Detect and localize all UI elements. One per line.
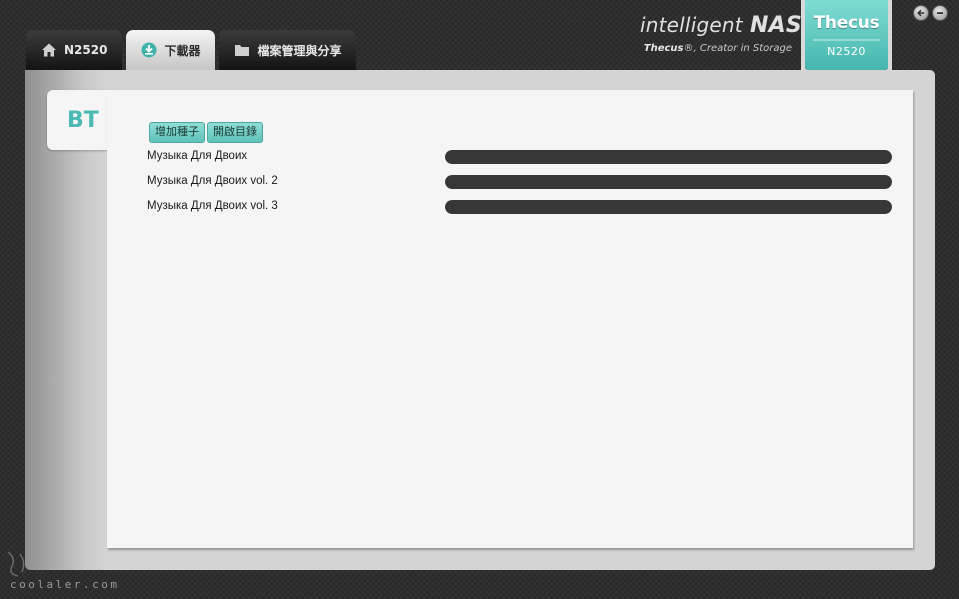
torrent-name: Музыка Для Двоих vol. 3 [147,200,278,212]
list-item[interactable]: Музыка Для Двоих vol. 2 [147,171,892,196]
torrent-progress-fill [445,200,892,214]
torrent-progress-bar [445,150,892,164]
torrent-list: Музыка Для Двоих Музыка Для Двоих vol. 2… [147,146,892,221]
window-controls [913,5,948,21]
minimize-button[interactable] [932,5,948,21]
tab-downloader-label: 下載器 [164,43,201,58]
tab-downloader[interactable]: 下載器 [126,30,216,70]
folder-icon [234,42,250,58]
download-icon [141,42,157,58]
list-item[interactable]: Музыка Для Двоих vol. 3 [147,196,892,221]
brand-tagline-rest: ®, Creator in Storage [683,43,792,54]
list-item[interactable]: Музыка Для Двоих [147,146,892,171]
torrent-progress-bar [445,175,892,189]
open-directory-button[interactable]: 開啟目錄 [207,122,263,143]
minimize-icon [937,12,943,14]
tab-home-label: N2520 [64,43,108,57]
torrent-name: Музыка Для Двоих [147,150,248,162]
side-tab-label: BT [67,108,99,133]
back-button[interactable] [913,5,929,21]
thecus-logo: Thecus [813,13,880,33]
badge-model: N2520 [827,45,866,58]
torrent-progress-bar [445,200,892,214]
watermark-text: coolaler.com [10,578,120,591]
main-tabs: N2520 下載器 檔案管理與分享 [26,30,357,70]
tab-file-manager-label: 檔案管理與分享 [257,43,342,58]
torrent-progress-fill [445,150,892,164]
back-icon [917,9,924,17]
torrent-name: Музыка Для Двоих vol. 2 [147,175,278,187]
brand-tagline-brand: Thecus [643,43,684,54]
brand-title-prefix: intelligent [640,13,743,37]
tab-home[interactable]: N2520 [26,30,123,70]
brand-block: intelligent NAS Thecus®, Creator in Stor… [640,10,802,54]
brand-title-main: NAS [749,13,802,38]
torrent-progress-fill [445,175,892,189]
brand-title: intelligent NAS [640,10,802,41]
add-torrent-button[interactable]: 增加種子 [149,122,205,143]
home-icon [41,42,57,58]
tab-file-manager[interactable]: 檔案管理與分享 [219,30,357,70]
brand-tagline: Thecus®, Creator in Storage [640,43,792,54]
watermark-mark [7,551,25,577]
torrent-actions: 增加種子 開啟目錄 [149,122,263,143]
